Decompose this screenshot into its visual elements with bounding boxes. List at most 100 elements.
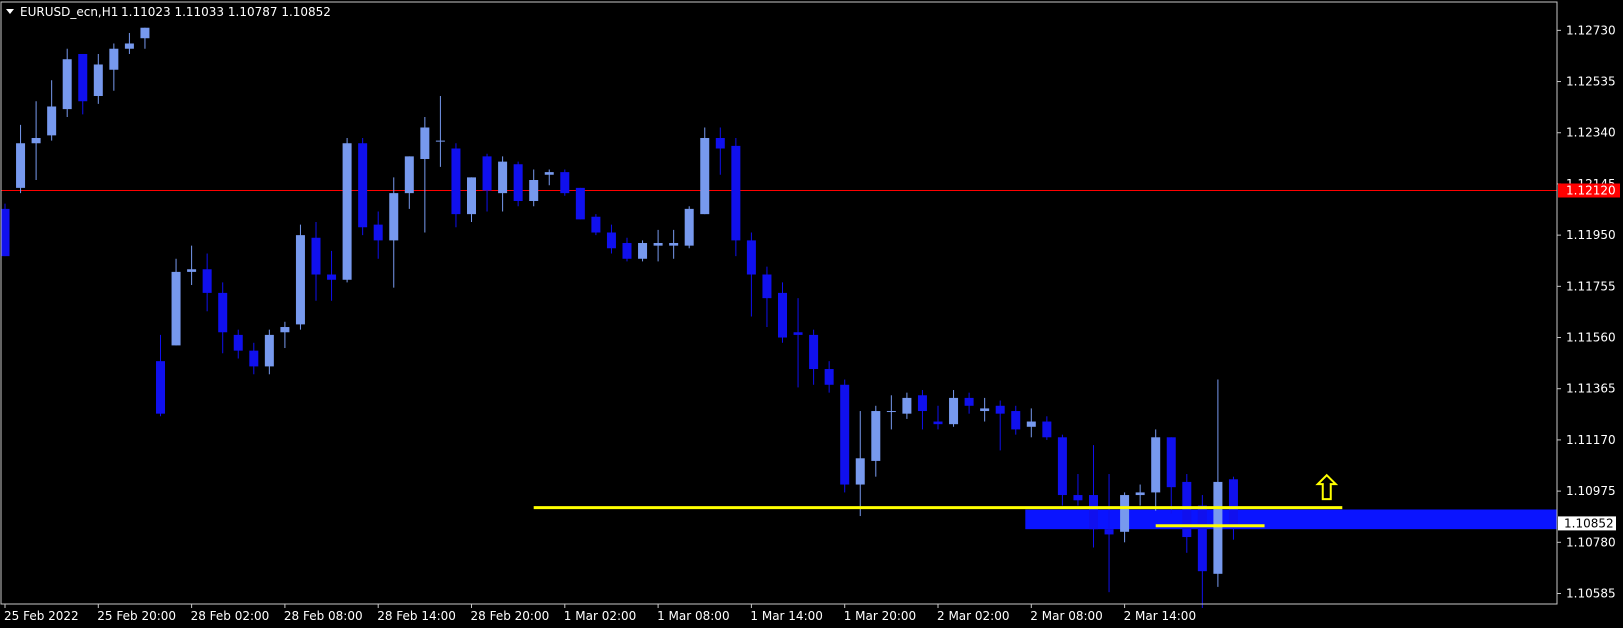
candle-body	[202, 269, 212, 293]
x-tick-label: 2 Mar 14:00	[1124, 609, 1197, 623]
candle-body	[871, 411, 881, 461]
candle-body	[420, 127, 430, 159]
candle-body	[78, 53, 88, 102]
candle-body	[902, 397, 912, 414]
candle-body	[1135, 492, 1145, 496]
candle-body	[731, 145, 741, 241]
candle-body	[1166, 437, 1176, 488]
symbol-label: EURUSD_ecn,H1	[20, 5, 118, 19]
zone-layer	[1025, 509, 1557, 530]
candle-body	[93, 64, 103, 96]
y-tick-label: 1.12730	[1566, 23, 1616, 37]
x-tick-label: 28 Feb 02:00	[191, 609, 270, 623]
candle-body	[840, 384, 850, 485]
candle-body	[249, 350, 259, 367]
candle	[638, 240, 648, 262]
candle-body	[47, 106, 57, 136]
candle-body	[622, 243, 632, 259]
y-tick-label: 1.11560	[1566, 331, 1616, 345]
candle	[560, 169, 570, 196]
candle-body	[373, 224, 383, 241]
x-tick-label: 28 Feb 08:00	[284, 609, 363, 623]
candle-body	[1073, 495, 1083, 501]
candle-body	[824, 369, 834, 385]
candle-body	[638, 243, 648, 259]
demand-zone	[1025, 509, 1557, 530]
price-line-tag-label: 1.12120	[1566, 184, 1616, 198]
candle-body	[917, 395, 927, 412]
candle-body	[762, 274, 772, 299]
candle-body	[1228, 479, 1238, 524]
candle-body	[746, 240, 756, 275]
candle-body	[575, 187, 585, 220]
candle-body	[933, 421, 943, 425]
candle	[358, 137, 368, 236]
x-tick-label: 1 Mar 20:00	[844, 609, 917, 623]
candle	[295, 224, 305, 330]
candle-body	[669, 243, 679, 246]
y-tick-label: 1.11755	[1566, 279, 1616, 293]
candle-body	[560, 172, 570, 194]
candle-body	[809, 334, 819, 370]
candle-body	[1151, 437, 1161, 493]
x-tick-label: 1 Mar 08:00	[657, 609, 730, 623]
candle-body	[0, 208, 10, 257]
candle-body	[482, 156, 492, 191]
candle	[342, 137, 352, 283]
candle-body	[218, 292, 228, 333]
y-tick-label: 1.12340	[1566, 126, 1616, 140]
candle-body	[778, 292, 787, 338]
y-tick-label: 1.11950	[1566, 228, 1616, 242]
y-tick-label: 1.10975	[1566, 484, 1616, 498]
candle	[575, 187, 585, 220]
candle-body	[1120, 495, 1130, 532]
candle-body	[855, 458, 865, 485]
candle	[840, 379, 850, 493]
candle-body	[358, 143, 368, 228]
candle-body	[715, 137, 725, 149]
candle-body	[606, 232, 616, 249]
y-tick-label: 1.12535	[1566, 75, 1616, 89]
candle-body	[995, 405, 1005, 414]
candle	[700, 127, 710, 215]
candle-body	[187, 269, 197, 272]
candle-body	[980, 408, 990, 412]
candle-body	[31, 137, 41, 144]
candle-body	[684, 208, 694, 246]
candle-body	[327, 274, 337, 280]
candle-body	[1026, 421, 1036, 427]
chart-header: EURUSD_ecn,H1 1.11023 1.11033 1.10787 1.…	[6, 5, 331, 19]
candle-body	[653, 243, 663, 246]
candle-body	[1011, 411, 1021, 430]
y-tick-label: 1.11170	[1566, 433, 1616, 447]
candle-body	[949, 397, 959, 425]
candle	[513, 161, 523, 207]
candle-body	[124, 43, 134, 49]
candle-body	[109, 48, 119, 70]
candle-body	[342, 143, 352, 280]
candle-body	[1213, 481, 1223, 574]
candle-body	[467, 177, 476, 215]
candle-body	[498, 161, 508, 194]
candle-body	[233, 334, 243, 351]
x-tick-label: 25 Feb 20:00	[97, 609, 176, 623]
candle-body	[264, 334, 274, 367]
candle-body	[295, 235, 305, 325]
x-tick-label: 2 Mar 02:00	[937, 609, 1010, 623]
candle-body	[451, 148, 461, 215]
candle-body	[280, 327, 290, 333]
x-tick-label: 25 Feb 2022	[4, 609, 79, 623]
x-tick-label: 28 Feb 20:00	[471, 609, 550, 623]
candle-body	[1104, 529, 1114, 535]
ohlc-label: 1.11023 1.11033 1.10787 1.10852	[121, 5, 331, 19]
candle-body	[964, 397, 974, 406]
candle	[1057, 434, 1067, 506]
candle-body	[16, 143, 26, 188]
candle-body	[886, 411, 896, 413]
candle-body	[591, 216, 601, 233]
candle-body	[1057, 437, 1067, 496]
candle	[591, 214, 601, 236]
candlestick-chart: 1.127301.125351.123401.121451.119501.117…	[0, 0, 1623, 628]
current-price-label: 1.10852	[1564, 516, 1614, 530]
y-tick-label: 1.11365	[1566, 382, 1616, 396]
